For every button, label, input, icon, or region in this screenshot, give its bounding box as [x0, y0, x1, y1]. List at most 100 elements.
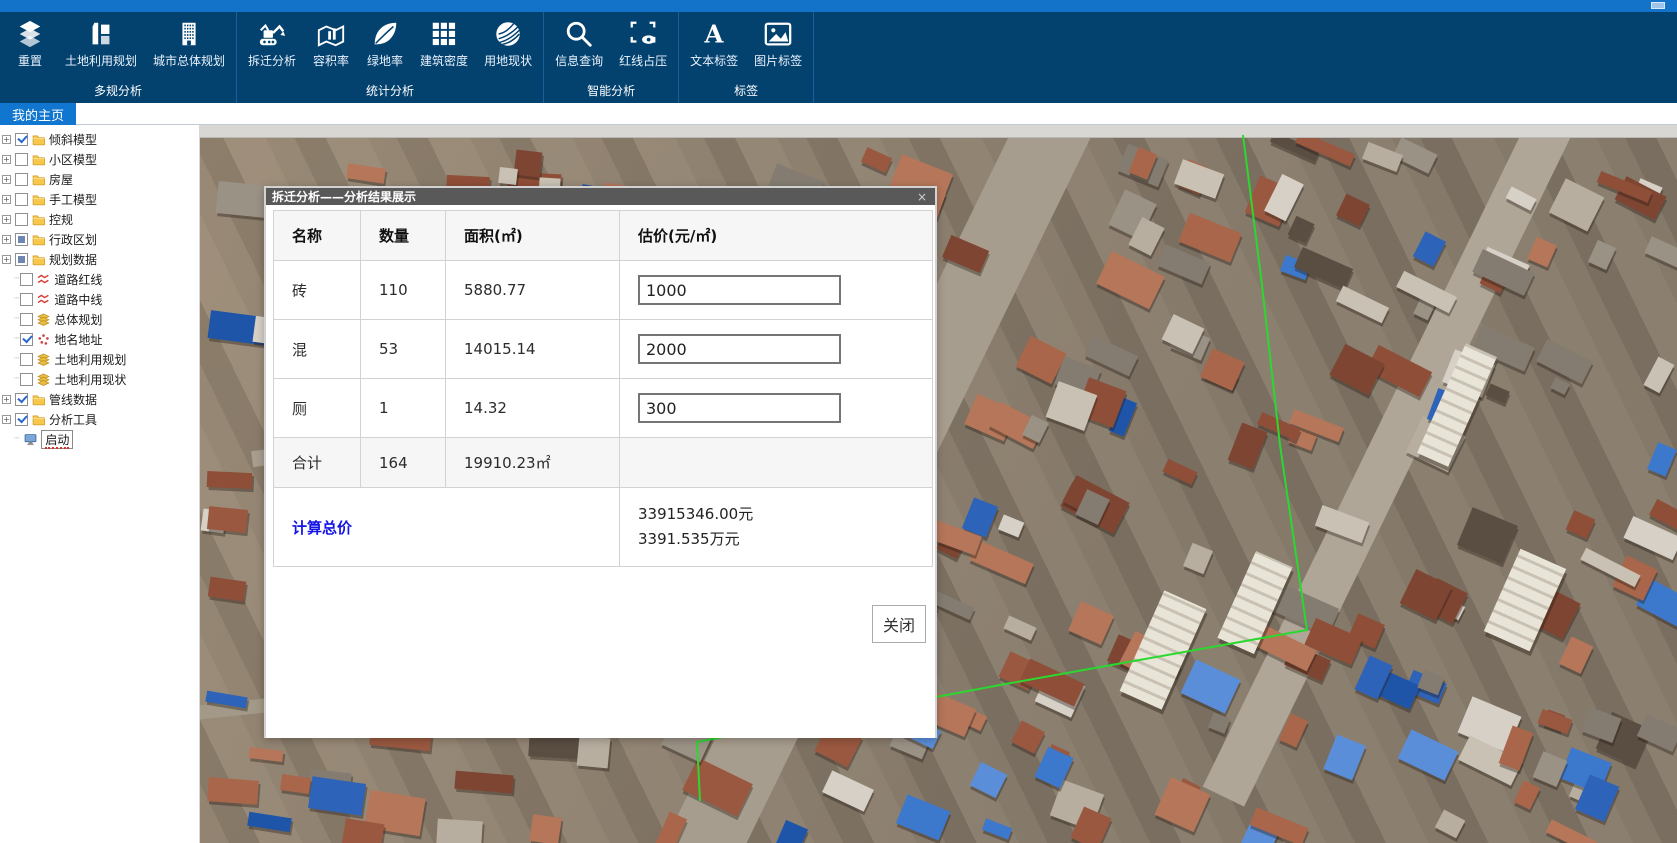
map-building [529, 814, 562, 843]
toolbar-group-label: 多规分析 [6, 79, 230, 103]
toolbar-button-土地利用规划[interactable]: 土地利用规划 [62, 16, 140, 71]
map-building [1644, 236, 1677, 272]
toolbar-group-label: 智能分析 [550, 79, 672, 103]
table-row: 砖 110 5880.77 [274, 261, 933, 320]
tree-guide-line: ┄ [14, 294, 18, 304]
map-building [1200, 348, 1244, 390]
tree-expander-icon[interactable]: + [2, 175, 11, 184]
tab-strip: 我的主页 [0, 103, 1677, 125]
map-building [931, 591, 975, 621]
tree-item-label: 总体规划 [54, 311, 102, 328]
tree-expander-icon[interactable]: + [2, 235, 11, 244]
tree-item-手工模型[interactable]: +手工模型 [0, 189, 199, 209]
price-input-brick[interactable] [638, 275, 841, 305]
tree-item-行政区划[interactable]: + 行政区划 [0, 229, 199, 249]
tree-expander-icon[interactable]: + [2, 255, 11, 264]
toolbar-button-信息查询[interactable]: 信息查询 [552, 16, 606, 71]
tree-checkbox-checked[interactable] [15, 413, 28, 426]
tree-item-规划数据[interactable]: +规划数据 [0, 249, 199, 269]
tree-item-小区模型[interactable]: +小区模型 [0, 149, 199, 169]
tree-item-label: 行政区划 [49, 231, 97, 248]
price-input-toilet[interactable] [638, 393, 841, 423]
tree-checkbox-checked[interactable] [15, 393, 28, 406]
close-button[interactable]: 关闭 [872, 605, 926, 643]
tree-item-总体规划[interactable]: ┄总体规划 [0, 309, 199, 329]
tree-checkbox-checked[interactable] [15, 133, 28, 146]
window-controls-icon[interactable] [1651, 2, 1665, 9]
toolbar-button-重置[interactable]: 重置 [8, 16, 52, 71]
toolbar-button-红线占压[interactable]: 红线占压 [616, 16, 670, 71]
tree-guide-line: ┄ [14, 274, 18, 284]
tree-expander-icon[interactable]: + [2, 155, 11, 164]
tree-item-管线数据[interactable]: +管线数据 [0, 389, 199, 409]
tree-expander-icon[interactable]: + [2, 395, 11, 404]
tree-checkbox-unchecked[interactable] [20, 373, 33, 386]
toolbar-button-城市总体规划[interactable]: 城市总体规划 [150, 16, 228, 71]
map-building [1413, 231, 1446, 266]
grid-icon [428, 18, 460, 50]
tree-checkbox-unchecked[interactable] [20, 353, 33, 366]
tree-item-地名地址[interactable]: ┄地名地址 [0, 329, 199, 349]
land-use-icon [85, 18, 117, 50]
price-input-mixed[interactable] [638, 334, 841, 364]
dialog-title: 拆迁分析——分析结果展示 [272, 188, 915, 205]
toolbar-button-label: 红线占压 [619, 52, 667, 69]
tree-item-道路红线[interactable]: ┄道路红线 [0, 269, 199, 289]
tree-checkbox-unchecked[interactable] [15, 153, 28, 166]
tree-checkbox-unchecked[interactable] [20, 293, 33, 306]
tree-item-房屋[interactable]: +房屋 [0, 169, 199, 189]
map-building [969, 539, 1034, 583]
toolbar-button-拆迁分析[interactable]: 拆迁分析 [245, 16, 299, 71]
tree-checkbox-unchecked[interactable] [15, 193, 28, 206]
toolbar-spacer [814, 12, 1677, 103]
tree-item-土地利用规划[interactable]: ┄土地利用规划 [0, 349, 199, 369]
dialog-close-icon[interactable]: × [915, 190, 929, 204]
cell-price [620, 320, 933, 379]
tree-item-土地利用现状[interactable]: ┄土地利用现状 [0, 369, 199, 389]
tree-item-道路中线[interactable]: ┄道路中线 [0, 289, 199, 309]
toolbar-button-绿地率[interactable]: 绿地率 [363, 16, 407, 71]
toolbar-button-容积率[interactable]: 容积率 [309, 16, 353, 71]
map-building [1011, 721, 1045, 754]
dialog-titlebar[interactable]: 拆迁分析——分析结果展示 × [266, 188, 935, 205]
toolbar-button-建筑密度[interactable]: 建筑密度 [417, 16, 471, 71]
tree-guide-line: ┄ [14, 354, 18, 364]
map-building [1324, 734, 1367, 780]
tree-item-启动[interactable]: ┄启动 [0, 429, 199, 449]
tree-expander-icon[interactable]: + [2, 415, 11, 424]
tree-checkbox-unchecked[interactable] [15, 213, 28, 226]
tree-expander-icon[interactable]: + [2, 135, 11, 144]
tree-expander-icon[interactable]: + [2, 215, 11, 224]
compute-total-link[interactable]: 计算总价 [292, 519, 352, 537]
tree-checkbox-unchecked[interactable] [20, 273, 33, 286]
toolbar-button-label: 土地利用规划 [65, 52, 137, 69]
toolbar-button-文本标签[interactable]: A文本标签 [687, 16, 741, 71]
tree-checkbox-partial[interactable] [15, 233, 28, 246]
map-building [1068, 601, 1114, 645]
tree-expander-icon[interactable]: + [2, 195, 11, 204]
tree-checkbox-checked[interactable] [20, 333, 33, 346]
tree-item-控规[interactable]: +控规 [0, 209, 199, 229]
tree-item-label: 土地利用现状 [54, 371, 126, 388]
toolbar-button-用地现状[interactable]: 用地现状 [481, 16, 535, 71]
tree-item-label: 地名地址 [54, 331, 102, 348]
header-area: 面积(㎡) [446, 211, 620, 261]
tree-item-label: 分析工具 [49, 411, 97, 428]
tree-checkbox-partial[interactable] [15, 253, 28, 266]
tree-item-分析工具[interactable]: + 分析工具 [0, 409, 199, 429]
tree-item-倾斜模型[interactable]: +倾斜模型 [0, 129, 199, 149]
toolbar-button-label: 用地现状 [484, 52, 532, 69]
toolbar-button-图片标签[interactable]: 图片标签 [751, 16, 805, 71]
map-building [982, 818, 1012, 840]
map-building [208, 576, 246, 601]
toolbar-button-label: 拆迁分析 [248, 52, 296, 69]
tree-checkbox-unchecked[interactable] [20, 313, 33, 326]
layers-icon [37, 313, 50, 326]
redline-icon [627, 18, 659, 50]
tab-my-homepage[interactable]: 我的主页 [0, 103, 76, 125]
tree-checkbox-unchecked[interactable] [15, 173, 28, 186]
map-building [308, 776, 367, 816]
map-building [970, 762, 1007, 798]
tree-item-label[interactable]: 启动 [41, 430, 73, 449]
map-building [1536, 339, 1593, 385]
